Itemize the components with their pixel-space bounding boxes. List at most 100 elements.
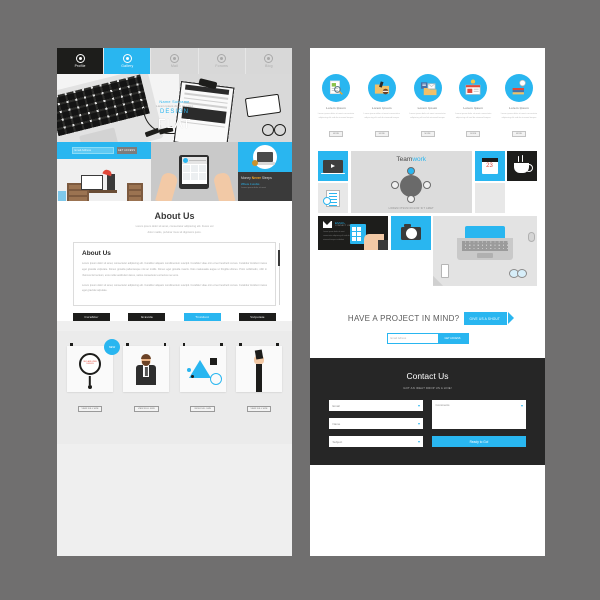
ring-shape	[209, 373, 222, 386]
service-title: Lorem Ipsum	[463, 105, 484, 110]
service-item-5[interactable]: Lorem Ipsum Lorem ipsum dolor sit amet c…	[498, 74, 540, 139]
scrollbar-thumb[interactable]	[277, 249, 280, 266]
view-full-size-button[interactable]: VIEW FULL SIZE	[190, 405, 216, 412]
new-badge: NEW	[104, 339, 120, 356]
hero-text-block: Name Surname Lorem ipsum dolor sit amet …	[156, 100, 192, 131]
tile-calendar[interactable]: 23	[474, 150, 505, 181]
service-more-button[interactable]: MORE	[466, 130, 481, 137]
view-full-size-button[interactable]: VIEW FULL SIZE	[133, 405, 159, 412]
tile-document[interactable]	[318, 183, 348, 214]
service-desc: Lorem ipsum dolor sit amet consectetur a…	[317, 113, 355, 120]
teamwork-title-part2: work	[412, 155, 427, 163]
scrollbar[interactable]	[277, 243, 280, 306]
table-shape	[400, 174, 423, 197]
hand-illustration	[212, 171, 236, 201]
tile-video[interactable]	[318, 150, 348, 181]
subject-field[interactable]: Subject	[329, 436, 423, 448]
service-more-button[interactable]: MORE	[420, 130, 435, 137]
cta-email-input[interactable]: Email Adress	[388, 334, 438, 343]
promo-image	[237, 142, 292, 172]
portfolio-card-2[interactable]: VIEW FULL SIZE	[123, 343, 170, 414]
service-desc: Lorem ipsum dolor sit amet consectetur a…	[363, 113, 400, 120]
grid-cell	[198, 165, 206, 172]
contact-form: Email Name Subject Comments Ready to Go!	[329, 400, 526, 448]
cta-heading: HAVE A PROJECT IN MIND?	[347, 314, 460, 324]
view-full-size-button[interactable]: VIEW FULL SIZE	[77, 405, 103, 412]
tile-row-1: Teamwork LOREM IPSUM DOLOR SIT AMET 23	[318, 150, 537, 214]
grid-cell	[198, 173, 206, 180]
service-item-3[interactable]: Lorem Ipsum Lorem ipsum dolor sit amet c…	[407, 74, 449, 139]
tile-grid-section: Teamwork LOREM IPSUM DOLOR SIT AMET 23 E…	[310, 145, 545, 297]
hair-shape	[141, 354, 152, 360]
about-button-tincidunt[interactable]: Tincidunt	[183, 313, 221, 322]
nav-tab-label: Blog	[265, 64, 273, 69]
view-full-size-button[interactable]: VIEW FULL SIZE	[246, 405, 272, 412]
brush-icon	[254, 349, 264, 361]
left-page-mockup: Profile Gallery Mail Forums Blog Name Su…	[57, 48, 292, 556]
tablet-grid	[182, 164, 207, 181]
square-shape	[209, 358, 217, 366]
nav-tab-mail[interactable]: Mail	[151, 48, 199, 74]
panel-tablet	[151, 142, 238, 201]
tile-placeholder[interactable]	[474, 183, 505, 214]
name-field[interactable]: Name	[329, 418, 423, 430]
service-item-4[interactable]: Lorem Ipsum Lorem ipsum dolor sit amet c…	[452, 74, 494, 139]
magnifier-tip	[88, 385, 92, 390]
browser-idea-glyph	[465, 79, 481, 95]
services-row: Lorem Ipsum Lorem ipsum dolor sit amet c…	[310, 48, 545, 145]
service-more-button[interactable]: MORE	[329, 130, 343, 137]
tile-camera[interactable]	[390, 215, 431, 250]
about-paragraph: Lorem ipsum dolor sit amet, consectetur …	[82, 262, 267, 277]
hand-illustration	[155, 171, 179, 201]
drawer-unit-right	[127, 183, 143, 201]
cta-submit-button[interactable]: GET ACCESS	[437, 334, 468, 344]
contact-heading: Contact Us	[406, 371, 449, 382]
get-access-button[interactable]: GET ACCESS	[116, 146, 137, 155]
about-button-curabitur[interactable]: Curabitur	[73, 313, 110, 322]
comments-textarea[interactable]: Comments	[432, 400, 526, 430]
document-search-icon	[322, 74, 350, 102]
tablet-profile-header	[181, 157, 207, 164]
tile-email-contact[interactable]: EMAIL CONTACT US Lorem ipsum dolor sit a…	[318, 215, 388, 250]
give-us-a-shout-button[interactable]: GIVE US A SHOUT	[464, 312, 514, 326]
service-title: Lorem Ipsum	[371, 105, 392, 110]
tile-workspace[interactable]	[433, 215, 537, 286]
service-more-button[interactable]: MORE	[374, 130, 389, 137]
laptop-screen	[465, 225, 505, 238]
tile-coffee[interactable]	[507, 150, 537, 181]
browser-idea-icon	[459, 74, 488, 102]
service-item-2[interactable]: Lorem Ipsum Lorem ipsum dolor sit amet c…	[361, 74, 403, 139]
pencil-icon	[264, 53, 274, 63]
panel-signup: Email Address GET ACCESS	[57, 142, 151, 201]
nav-tab-profile[interactable]: Profile	[57, 48, 105, 74]
mail-icon	[170, 53, 179, 63]
about-button-gravida[interactable]: Gravida	[128, 313, 166, 322]
trackpad	[477, 252, 493, 258]
service-title: Lorem Ipsum	[417, 105, 438, 110]
email-field[interactable]: Email	[329, 400, 423, 412]
email-input[interactable]: Email Address	[71, 146, 114, 155]
nav-tab-forums[interactable]: Forums	[198, 48, 246, 74]
tile-teamwork[interactable]: Teamwork LOREM IPSUM DOLOR SIT AMET	[350, 150, 472, 213]
portfolio-card-3[interactable]: VIEW FULL SIZE	[179, 343, 226, 414]
grid-cell	[182, 165, 190, 172]
nav-tab-gallery[interactable]: Gallery	[104, 48, 152, 74]
promo-caption: Lorem ipsum dolor sit amet	[240, 187, 266, 189]
nav-tab-label: Mail	[170, 64, 179, 69]
nav-tab-blog[interactable]: Blog	[245, 48, 292, 74]
ready-to-go-button[interactable]: Ready to Go!	[432, 436, 526, 448]
laptop-icon	[254, 152, 275, 165]
about-button-vulputate[interactable]: Vulputate	[238, 313, 276, 322]
service-more-button[interactable]: MORE	[512, 130, 526, 137]
nav-tab-label: Gallery	[121, 64, 134, 69]
service-item-1[interactable]: Lorem Ipsum Lorem ipsum dolor sit amet c…	[315, 74, 357, 139]
chair-shape	[58, 191, 66, 201]
about-heading: About Us	[154, 211, 195, 221]
person-shape	[423, 180, 432, 189]
portfolio-card-4[interactable]: VIEW FULL SIZE	[235, 343, 282, 414]
portfolio-card-1[interactable]: SEO AND WEB DESIGN NEW VIEW FULL SIZE	[67, 339, 120, 414]
tile-row-2: EMAIL CONTACT US Lorem ipsum dolor sit a…	[318, 215, 537, 286]
portfolio-cards-section: SEO AND WEB DESIGN NEW VIEW FULL SIZE VI…	[57, 331, 292, 444]
card-image: SEO AND WEB DESIGN	[67, 346, 113, 393]
desk-lamp-icon	[102, 168, 113, 177]
